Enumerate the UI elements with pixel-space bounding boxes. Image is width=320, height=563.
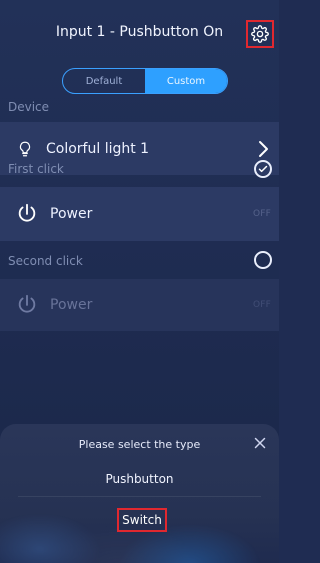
second-click-state: OFF (252, 300, 271, 310)
second-click-unselected[interactable] (254, 251, 272, 269)
first-click-row[interactable]: Power OFF (0, 187, 279, 241)
type-selection-sheet: Please select the type Pushbutton Switch (0, 424, 279, 563)
header: Input 1 - Pushbutton On (0, 0, 279, 62)
sheet-divider (18, 496, 261, 497)
screen: Input 1 - Pushbutton On Default Custom D… (0, 0, 279, 563)
sheet-title: Please select the type (78, 438, 201, 451)
option-switch-label: Switch (122, 513, 162, 527)
first-click-action: Power (50, 206, 93, 222)
option-pushbutton[interactable]: Pushbutton (0, 472, 279, 486)
tab-default[interactable]: Default (63, 69, 145, 93)
second-click-label: Second click (8, 254, 83, 268)
chevron-right-icon (257, 140, 269, 158)
device-name: Colorful light 1 (46, 140, 150, 157)
second-click-action: Power (50, 297, 93, 313)
option-switch[interactable]: Switch (117, 508, 167, 532)
tab-custom[interactable]: Custom (145, 69, 227, 93)
gear-icon (251, 25, 269, 43)
second-click-row[interactable]: Power OFF (0, 279, 279, 331)
page-title: Input 1 - Pushbutton On (55, 24, 224, 40)
tab-default-label: Default (85, 75, 123, 87)
mode-toggle[interactable]: Default Custom (62, 68, 228, 94)
close-icon[interactable] (251, 434, 269, 452)
second-click-row-left: Power (16, 279, 92, 331)
first-click-label: First click (8, 162, 64, 176)
first-click-state: OFF (252, 209, 271, 219)
first-click-row-left: Power (16, 187, 92, 241)
power-icon (16, 203, 38, 225)
device-section-label: Device (8, 100, 50, 114)
first-click-selected[interactable] (254, 160, 272, 178)
check-icon (257, 163, 269, 175)
bulb-icon (16, 140, 34, 158)
tab-custom-label: Custom (166, 75, 206, 87)
settings-button[interactable] (246, 20, 274, 48)
power-icon (16, 294, 38, 316)
